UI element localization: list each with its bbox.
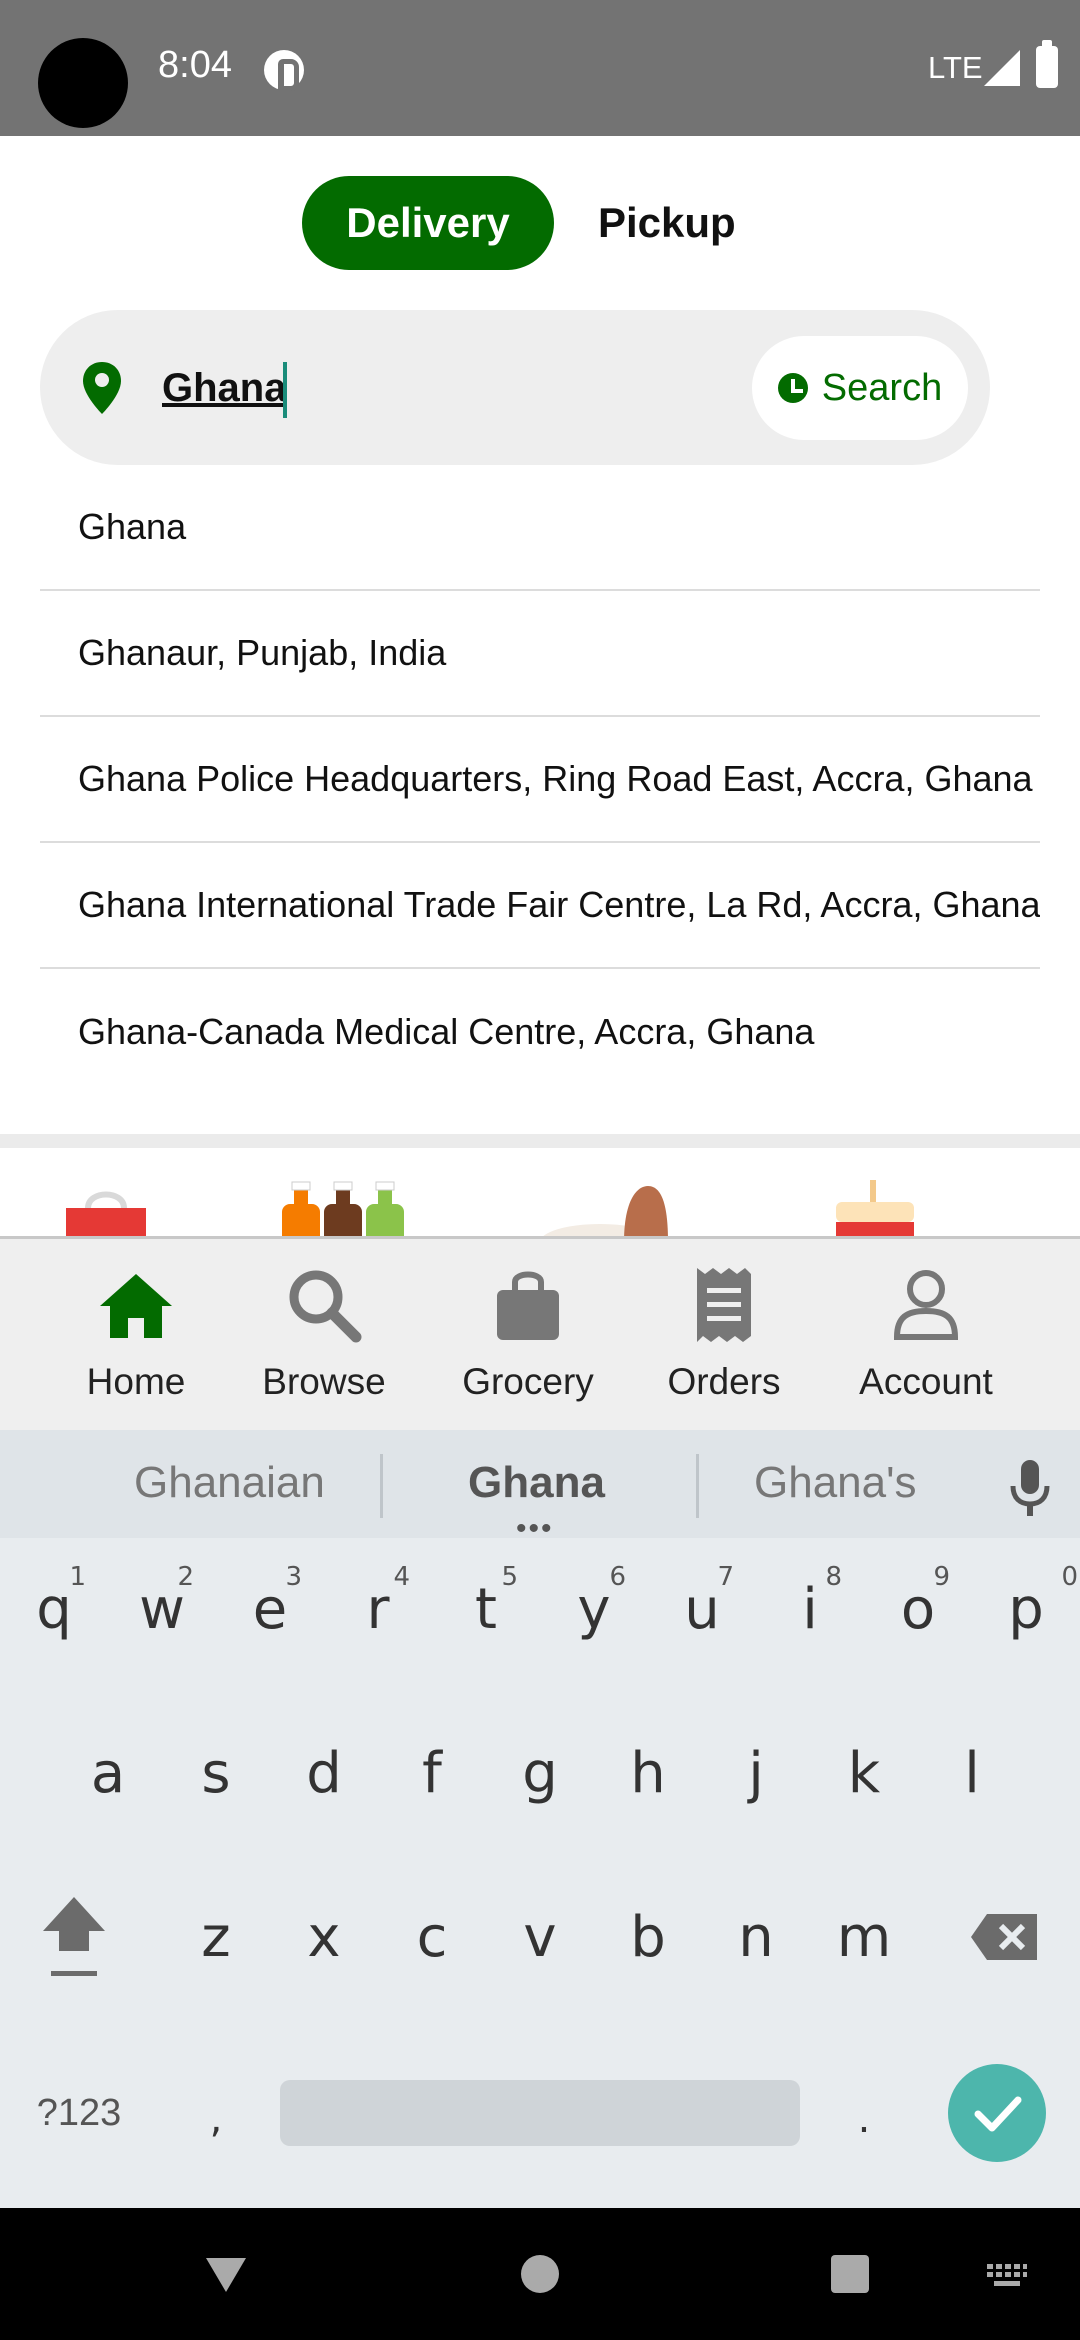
address-search-input[interactable]	[162, 358, 612, 418]
microphone-icon[interactable]	[1008, 1458, 1052, 1518]
status-time: 8:04	[158, 44, 232, 86]
suggestion-item[interactable]: Ghana International Trade Fair Centre, L…	[40, 843, 1040, 969]
suggestion-divider	[696, 1454, 699, 1518]
shift-icon	[43, 1897, 105, 1976]
keyboard-suggestion[interactable]: Ghanaian	[134, 1458, 325, 1508]
key-v[interactable]: v	[488, 1872, 592, 2002]
bread-icon[interactable]	[540, 1182, 680, 1238]
pickup-tab[interactable]: Pickup	[598, 199, 736, 247]
nav-browse-label: Browse	[262, 1361, 386, 1402]
network-type: LTE	[928, 50, 983, 85]
key-c[interactable]: c	[380, 1872, 484, 2002]
text-caret	[283, 362, 287, 418]
more-suggestions-indicator: •••	[516, 1512, 554, 1545]
keyboard-suggestion[interactable]: Ghana's	[754, 1458, 917, 1508]
key-j[interactable]: j	[704, 1708, 808, 1838]
home-icon	[100, 1274, 172, 1338]
key-n[interactable]: n	[704, 1872, 808, 2002]
suggestion-item[interactable]: Ghanaur, Punjab, India	[40, 591, 1040, 717]
suggestion-item[interactable]: Ghana	[40, 465, 1040, 591]
receipt-icon	[697, 1268, 751, 1342]
keyboard-suggestion-primary[interactable]: Ghana	[468, 1458, 605, 1508]
key-s[interactable]: s	[164, 1708, 268, 1838]
key-t[interactable]: t5	[434, 1544, 538, 1674]
fast-food-icon[interactable]	[830, 1178, 920, 1238]
nav-home[interactable]: Home	[46, 1263, 226, 1403]
shift-key[interactable]	[22, 1872, 126, 2002]
soft-keyboard: Ghanaian Ghana ••• Ghana's q1 w2 e3 r4 t…	[0, 1430, 1080, 2208]
period-key[interactable]: .	[812, 2054, 916, 2184]
search-button-label: Search	[821, 366, 943, 409]
notification-icon	[264, 50, 304, 91]
key-k[interactable]: k	[812, 1708, 916, 1838]
person-icon	[893, 1270, 959, 1340]
section-divider	[0, 1134, 1080, 1148]
camera-cutout	[38, 38, 128, 128]
key-e[interactable]: e3	[218, 1544, 322, 1674]
grocery-bag-icon	[497, 1271, 559, 1340]
key-h[interactable]: h	[596, 1708, 700, 1838]
bottom-navigation: Home Browse Grocery Orders Account	[0, 1236, 1080, 1430]
key-f[interactable]: f	[380, 1708, 484, 1838]
key-y[interactable]: y6	[542, 1544, 646, 1674]
comma-key[interactable]: ,	[164, 2054, 268, 2184]
key-x[interactable]: x	[272, 1872, 376, 2002]
key-r[interactable]: r4	[326, 1544, 430, 1674]
back-icon[interactable]	[204, 2254, 248, 2294]
nav-orders-label: Orders	[667, 1361, 781, 1402]
category-strip	[0, 1148, 1080, 1238]
key-o[interactable]: o9	[866, 1544, 970, 1674]
checkmark-icon	[974, 2096, 1022, 2132]
clock-icon	[777, 373, 808, 403]
nav-home-label: Home	[86, 1361, 186, 1402]
key-q[interactable]: q1	[2, 1544, 106, 1674]
search-icon	[289, 1270, 362, 1343]
backspace-icon	[971, 1914, 1037, 1960]
suggestion-item[interactable]: Ghana Police Headquarters, Ring Road Eas…	[40, 717, 1040, 843]
keyboard-switch-icon[interactable]	[986, 2262, 1028, 2288]
nav-grocery-label: Grocery	[462, 1361, 594, 1402]
key-i[interactable]: i8	[758, 1544, 862, 1674]
nav-account[interactable]: Account	[836, 1263, 1016, 1403]
shopping-bag-icon[interactable]	[62, 1184, 150, 1238]
key-b[interactable]: b	[596, 1872, 700, 2002]
nav-account-label: Account	[859, 1361, 993, 1402]
nav-orders[interactable]: Orders	[634, 1263, 814, 1403]
delivery-tab[interactable]: Delivery	[302, 176, 554, 270]
key-p[interactable]: p0	[974, 1544, 1078, 1674]
home-circle-icon[interactable]	[520, 2254, 560, 2294]
key-z[interactable]: z	[164, 1872, 268, 2002]
enter-key[interactable]	[948, 2064, 1046, 2162]
key-m[interactable]: m	[812, 1872, 916, 2002]
status-bar: 8:04 LTE	[0, 0, 1080, 136]
recents-icon[interactable]	[830, 2254, 870, 2294]
backspace-key[interactable]	[952, 1872, 1056, 2002]
suggestions-list: Ghana Ghanaur, Punjab, India Ghana Polic…	[40, 465, 1040, 1095]
key-g[interactable]: g	[488, 1708, 592, 1838]
key-l[interactable]: l	[920, 1708, 1024, 1838]
key-u[interactable]: u7	[650, 1544, 754, 1674]
symbols-key[interactable]: ?123	[14, 2048, 144, 2178]
battery-icon	[1036, 40, 1058, 88]
spacebar[interactable]	[280, 2080, 800, 2146]
drinks-icon[interactable]	[278, 1180, 408, 1238]
nav-grocery[interactable]: Grocery	[438, 1263, 618, 1403]
key-w[interactable]: w2	[110, 1544, 214, 1674]
nav-browse[interactable]: Browse	[234, 1263, 414, 1403]
mode-toggle: Delivery Pickup	[302, 176, 736, 270]
location-pin-icon	[83, 362, 121, 414]
suggestion-item[interactable]: Ghana-Canada Medical Centre, Accra, Ghan…	[40, 969, 1040, 1095]
keyboard-suggestion-bar: Ghanaian Ghana ••• Ghana's	[0, 1430, 1080, 1545]
key-d[interactable]: d	[272, 1708, 376, 1838]
signal-icon	[984, 50, 1020, 86]
system-navigation-bar	[0, 2208, 1080, 2340]
address-search-box: Search	[40, 310, 990, 465]
search-button[interactable]: Search	[752, 336, 968, 440]
key-a[interactable]: a	[56, 1708, 160, 1838]
suggestion-divider	[380, 1454, 383, 1518]
